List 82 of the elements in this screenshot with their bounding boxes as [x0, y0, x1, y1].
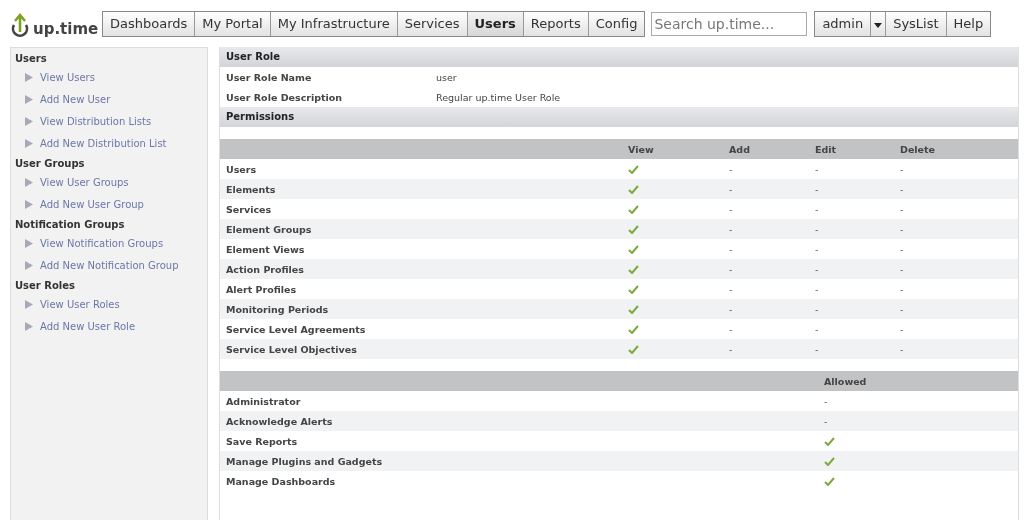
sidebar-link[interactable]: Add New User [40, 94, 111, 105]
sidebar-link[interactable]: View Users [40, 72, 95, 83]
sidebar-link[interactable]: View Distribution Lists [40, 116, 152, 127]
table-cell: - [729, 183, 733, 195]
table-cell: - [729, 243, 733, 255]
table-cell: - [900, 183, 904, 195]
table-cell: - [815, 303, 819, 315]
table-cell: - [729, 223, 733, 235]
field-value: user [436, 71, 457, 83]
header-button[interactable]: SysList [886, 11, 947, 36]
nav-tab[interactable]: My Infrastructure [270, 11, 398, 36]
table-cell: - [815, 183, 819, 195]
table-cell: - [729, 163, 733, 175]
column-header: Allowed [824, 375, 868, 387]
sidebar-link[interactable]: Add New Distribution List [40, 138, 167, 149]
nav-tab[interactable]: Dashboards [103, 11, 196, 36]
section-header: Permissions [220, 107, 1018, 127]
column-header: View [628, 143, 655, 155]
row-label: Services [226, 203, 273, 215]
section-header: User Role [220, 47, 1018, 67]
table-cell: - [729, 263, 733, 275]
row-label: Users [226, 163, 258, 175]
row-label: Element Groups [226, 223, 313, 235]
table-cell: - [900, 303, 904, 315]
table-cell: - [900, 323, 904, 335]
nav-tab[interactable]: Reports [523, 11, 589, 36]
sidebar-link[interactable]: Add New User Role [40, 321, 136, 332]
nav-tab[interactable]: My Portal [195, 11, 271, 36]
row-label: Elements [226, 183, 277, 195]
table-cell: - [815, 203, 819, 215]
nav-tab[interactable]: Users [467, 11, 524, 36]
column-header: Add [729, 143, 751, 155]
table-cell: - [729, 283, 733, 295]
row-label: Service Level Objectives [226, 343, 358, 355]
table-cell: - [900, 163, 904, 175]
sidebar-link[interactable]: Add New User Group [40, 199, 144, 210]
table-cell: - [815, 263, 819, 275]
table-cell: - [900, 223, 904, 235]
table-cell: - [900, 203, 904, 215]
table-cell: - [815, 243, 819, 255]
table-cell: - [729, 203, 733, 215]
user-menu-button[interactable]: admin [815, 11, 872, 36]
sidebar-link[interactable]: View Notification Groups [40, 238, 164, 249]
table-cell: - [900, 283, 904, 295]
field-value: Regular up.time User Role [436, 91, 561, 103]
sidebar-heading: User Groups [14, 157, 86, 171]
nav-tab[interactable]: Services [397, 11, 468, 36]
sidebar-heading: User Roles [14, 279, 76, 293]
row-label: Acknowledge Alerts [226, 415, 334, 427]
row-label: Action Profiles [226, 263, 305, 275]
field-label: User Role Description [226, 91, 344, 103]
table-cell: - [900, 243, 904, 255]
table-cell: - [824, 415, 828, 427]
table-cell: - [729, 343, 733, 355]
sidebar-heading: Users [14, 52, 48, 66]
table-cell: - [815, 343, 819, 355]
table-cell: - [900, 343, 904, 355]
row-label: Service Level Agreements [226, 323, 367, 335]
row-label: Alert Profiles [226, 283, 298, 295]
row-label: Administrator [226, 395, 302, 407]
search-field[interactable]: Search up.time... [651, 11, 808, 36]
sidebar-link[interactable]: View User Roles [40, 299, 120, 310]
table-cell: - [815, 163, 819, 175]
table-cell: - [900, 263, 904, 275]
table-cell: - [729, 303, 733, 315]
column-header: Edit [815, 143, 838, 155]
sidebar-heading: Notification Groups [14, 218, 126, 232]
row-label: Manage Dashboards [226, 475, 337, 487]
field-label: User Role Name [226, 71, 313, 83]
sidebar-link[interactable]: View User Groups [40, 177, 129, 188]
table-cell: - [815, 283, 819, 295]
table-cell: - [815, 223, 819, 235]
row-label: Save Reports [226, 435, 299, 447]
table-cell: - [815, 323, 819, 335]
table-cell: - [824, 395, 828, 407]
row-label: Manage Plugins and Gadgets [226, 455, 384, 467]
row-label: Monitoring Periods [226, 303, 330, 315]
column-header: Delete [900, 143, 936, 155]
logo-text: up.time [33, 19, 99, 38]
row-label: Element Views [226, 243, 306, 255]
sidebar-link[interactable]: Add New Notification Group [40, 260, 179, 271]
table-cell: - [729, 323, 733, 335]
